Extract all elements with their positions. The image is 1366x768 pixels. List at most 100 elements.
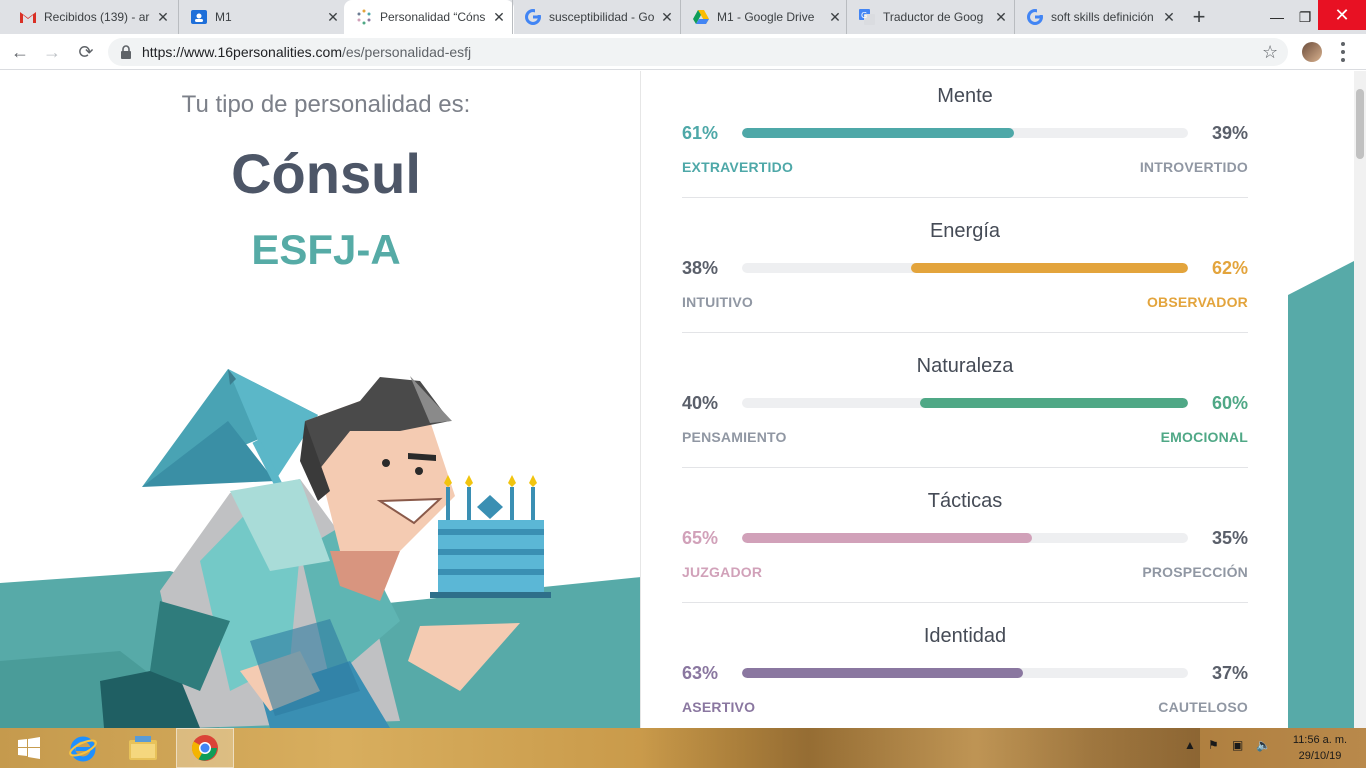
window-close-button[interactable]: ✕ xyxy=(1318,0,1366,30)
trait-nature: Naturaleza 40% 60% PENSAMIENTO EMOCIONAL xyxy=(682,341,1248,476)
file-explorer-icon[interactable] xyxy=(114,728,172,768)
consul-illustration xyxy=(0,369,640,728)
trait-heading: Naturaleza xyxy=(916,355,1014,377)
tab-classroom[interactable]: M1 ✕ xyxy=(178,0,348,34)
browser-menu-icon[interactable] xyxy=(1340,42,1346,62)
personality-type-name: Cónsul xyxy=(231,142,421,205)
scrollbar-thumb[interactable] xyxy=(1356,89,1364,159)
trait-right-percent: 39% xyxy=(1211,123,1248,143)
trait-bar xyxy=(742,398,1188,408)
new-tab-button[interactable]: + xyxy=(1186,4,1212,30)
trait-bar-fill xyxy=(911,263,1188,273)
forward-arrow-icon[interactable]: → xyxy=(40,40,64,64)
trait-right-percent: 62% xyxy=(1211,258,1248,278)
decorative-background xyxy=(1288,71,1354,728)
trait-mind: Mente 61% 39% EXTRAVERTIDO INTROVERTIDO xyxy=(682,71,1248,206)
show-hidden-icons-icon[interactable]: ▲ xyxy=(1184,738,1196,752)
close-tab-icon[interactable]: ✕ xyxy=(156,9,170,26)
birthday-cake-icon xyxy=(430,475,551,598)
close-tab-icon[interactable]: ✕ xyxy=(828,9,842,26)
profile-avatar[interactable] xyxy=(1302,42,1322,62)
lock-icon xyxy=(121,45,131,59)
google-icon xyxy=(1027,9,1043,25)
close-tab-icon[interactable]: ✕ xyxy=(660,9,674,26)
trait-right-percent: 60% xyxy=(1211,393,1248,413)
personality-header-panel: Tu tipo de personalidad es: Cónsul ESFJ-… xyxy=(0,71,641,728)
chrome-taskbar-icon[interactable] xyxy=(176,728,234,768)
windows-taskbar: ▲ ⚑ ▣ 🔈 11:56 a. m. 29/10/19 xyxy=(0,728,1366,768)
address-bar[interactable]: https://www.16personalities.com/es/perso… xyxy=(108,38,1288,66)
close-tab-icon[interactable]: ✕ xyxy=(1162,9,1176,26)
personality-traits-panel: Mente 61% 39% EXTRAVERTIDO INTROVERTIDO … xyxy=(642,71,1288,728)
back-arrow-icon[interactable]: ← xyxy=(8,40,32,64)
personality-type-code: ESFJ-A xyxy=(251,226,401,273)
reload-icon[interactable]: ⟳ xyxy=(74,40,98,64)
divider xyxy=(682,602,1248,603)
16personalities-icon xyxy=(356,9,372,25)
url-host: https://www.16personalities.com xyxy=(142,44,342,60)
trait-right-label: PROSPECCIÓN xyxy=(1142,564,1248,580)
maximize-icon[interactable]: ❐ xyxy=(1290,0,1320,34)
trait-right-label: CAUTELOSO xyxy=(1158,699,1248,715)
trait-bar-fill xyxy=(920,398,1188,408)
tab-title: Personalidad “Cóns xyxy=(380,10,486,24)
intro-text: Tu tipo de personalidad es: xyxy=(181,91,471,118)
drive-icon xyxy=(693,9,709,25)
action-center-flag-icon[interactable]: ⚑ xyxy=(1208,738,1219,752)
close-tab-icon[interactable]: ✕ xyxy=(326,9,340,26)
divider xyxy=(682,467,1248,468)
taskbar-wallpaper xyxy=(640,728,1200,768)
trait-bar-fill xyxy=(742,128,1015,138)
trait-right-percent: 35% xyxy=(1211,528,1248,548)
tab-strip: Recibidos (139) - ar ✕ M1 ✕ Personalidad… xyxy=(0,0,1366,34)
trait-bar xyxy=(742,533,1188,543)
trait-bar xyxy=(742,668,1188,678)
tab-title: Recibidos (139) - ar xyxy=(44,10,150,24)
close-tab-icon[interactable]: ✕ xyxy=(492,9,506,26)
trait-right-label: EMOCIONAL xyxy=(1160,429,1248,445)
trait-energy: Energía 38% 62% INTUITIVO OBSERVADOR xyxy=(682,206,1248,341)
tab-susceptibilidad[interactable]: susceptibilidad - Go ✕ xyxy=(512,0,682,34)
trait-bar-fill xyxy=(742,668,1023,678)
gmail-icon xyxy=(20,9,36,25)
clock-date: 29/10/19 xyxy=(1298,750,1342,762)
browser-toolbar: ← → ⟳ https://www.16personalities.com/es… xyxy=(0,34,1366,70)
windows-start-icon[interactable] xyxy=(0,728,58,768)
volume-icon[interactable]: 🔈 xyxy=(1256,738,1271,752)
tab-title: soft skills definición xyxy=(1051,10,1154,24)
trait-right-label: INTROVERTIDO xyxy=(1139,159,1248,175)
page-viewport: Tu tipo de personalidad es: Cónsul ESFJ-… xyxy=(0,71,1354,728)
trait-right-percent: 37% xyxy=(1211,663,1248,683)
trait-left-percent: 65% xyxy=(682,528,719,548)
trait-heading: Mente xyxy=(937,85,993,107)
tab-title: M1 - Google Drive xyxy=(717,10,815,24)
trait-bar xyxy=(742,263,1188,273)
svg-text:G: G xyxy=(861,11,867,20)
tab-translate[interactable]: G Traductor de Goog ✕ xyxy=(846,0,1016,34)
trait-bar-fill xyxy=(742,533,1032,543)
minimize-icon[interactable]: — xyxy=(1262,0,1292,34)
trait-left-percent: 38% xyxy=(682,258,719,278)
internet-explorer-icon[interactable] xyxy=(54,728,112,768)
network-icon[interactable]: ▣ xyxy=(1232,738,1243,752)
bookmark-star-icon[interactable]: ☆ xyxy=(1262,42,1278,63)
url-path: /es/personalidad-esfj xyxy=(341,44,472,60)
tab-softskills[interactable]: soft skills definición ✕ xyxy=(1014,0,1184,34)
system-clock[interactable]: 11:56 a. m. 29/10/19 xyxy=(1282,732,1358,764)
page-scrollbar[interactable] xyxy=(1354,71,1366,728)
trait-left-percent: 40% xyxy=(682,393,719,413)
trait-left-label: PENSAMIENTO xyxy=(682,429,787,445)
google-icon xyxy=(525,9,541,25)
url-text: https://www.16personalities.com/es/perso… xyxy=(142,44,471,60)
tab-personalidad[interactable]: Personalidad “Cóns ✕ xyxy=(344,0,514,34)
tab-gmail[interactable]: Recibidos (139) - ar ✕ xyxy=(8,0,178,34)
classroom-icon xyxy=(191,9,207,25)
tab-title: susceptibilidad - Go xyxy=(549,10,654,24)
close-tab-icon[interactable]: ✕ xyxy=(994,9,1008,26)
trait-left-label: EXTRAVERTIDO xyxy=(682,159,794,175)
trait-heading: Tácticas xyxy=(927,490,1003,512)
trait-bar xyxy=(742,128,1188,138)
tab-drive[interactable]: M1 - Google Drive ✕ xyxy=(680,0,850,34)
divider xyxy=(682,332,1248,333)
trait-left-label: INTUITIVO xyxy=(682,294,754,310)
